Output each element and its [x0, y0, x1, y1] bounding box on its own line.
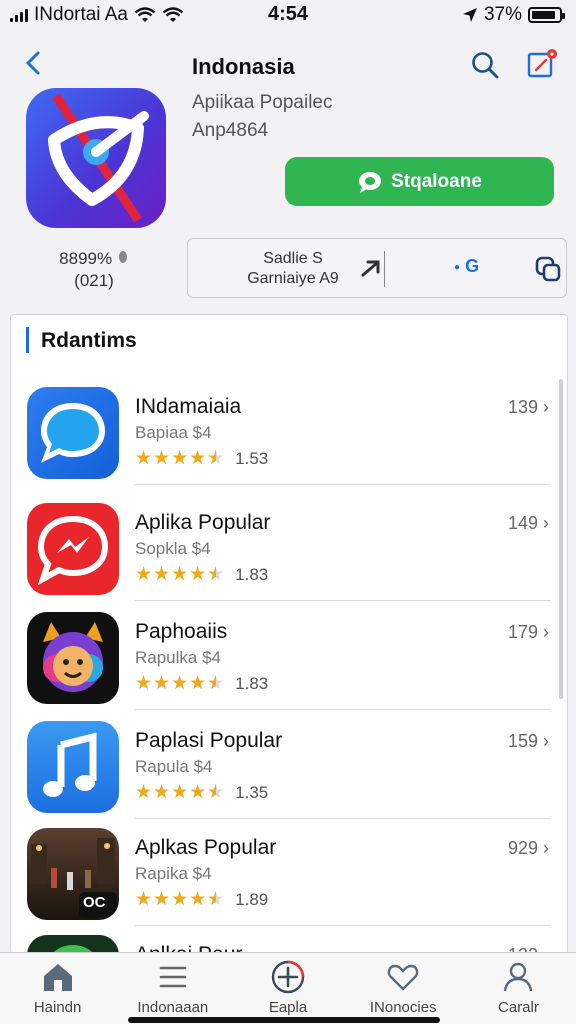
rating-score: 1.35	[235, 782, 269, 802]
character-face-icon	[27, 612, 119, 704]
price-label[interactable]: 179 ›	[508, 622, 549, 643]
app-list-card: Rdantims INdamaiaia Bapiaa $4 ★★★★★★★★★★…	[10, 314, 568, 954]
page-title: Indonasia	[192, 54, 295, 79]
price-label[interactable]: 159 ›	[508, 731, 549, 752]
tab-list[interactable]: Indonaaan	[115, 953, 230, 1024]
messenger-icon	[27, 503, 119, 595]
rating-score: 1.53	[235, 448, 269, 468]
list-item[interactable]: INdamaiaia Bapiaa $4 ★★★★★★★★★★ 1.53 139…	[11, 377, 567, 485]
price-label[interactable]: 929 ›	[508, 838, 549, 859]
share-icon[interactable]	[526, 48, 558, 80]
arrow-icon[interactable]	[360, 257, 382, 279]
rating-count: (021)	[74, 271, 114, 290]
rating-summary: 8899% (021)	[24, 248, 164, 292]
heart-icon	[387, 964, 419, 991]
app-category: Rapulka $4	[135, 648, 222, 667]
divider	[135, 484, 551, 485]
app-subtitle: Apiikaa Popailec	[192, 92, 333, 113]
divider	[135, 709, 551, 710]
status-bar: INdortai Aa 4:54 37%	[0, 0, 576, 30]
profile-icon	[504, 962, 533, 992]
tab-home[interactable]: Haindn	[0, 953, 115, 1024]
app-name: Paphoaiis	[135, 620, 228, 643]
divider	[384, 251, 385, 287]
star-rating: ★★★★★★★★★★	[135, 564, 226, 585]
info-line1: Sadlie S	[263, 250, 323, 267]
get-button-label: Stqaloane	[391, 170, 482, 192]
app-name: Paplasi Popular	[135, 729, 283, 752]
video-badge-icon: OC	[27, 828, 119, 920]
rating-score: 1.83	[235, 673, 269, 693]
list-item[interactable]: OC Aplkas Popular Rapika $4 ★★★★★★★★★★ 1…	[11, 818, 567, 926]
app-name: Aplika Popular	[135, 511, 271, 534]
tab-label: Eapla	[268, 999, 308, 1016]
app-category: Bapiaa $4	[135, 423, 212, 442]
chat-icon	[359, 171, 382, 193]
plus-circle-icon	[271, 960, 305, 994]
info-bar: Sadlie S Garniaiye A9 ● G	[187, 238, 567, 298]
section-title: Rdantims	[41, 329, 137, 352]
tab-label: Indonaaan	[137, 999, 209, 1016]
tab-label: Caralr	[497, 999, 539, 1016]
tab-label: Haindn	[33, 999, 82, 1016]
tab-favorites[interactable]: INonocies	[346, 953, 461, 1024]
list-item[interactable]: Aplika Popular Sopkla $4 ★★★★★★★★★★ 1.83…	[11, 493, 567, 601]
info-line2: Garniaiye A9	[247, 270, 339, 287]
battery-icon	[528, 7, 565, 23]
rating-value: 8899%	[59, 249, 113, 268]
app-category: Sopkla $4	[135, 539, 211, 558]
search-icon[interactable]	[470, 50, 500, 80]
list-icon	[159, 966, 187, 988]
battery-level	[532, 11, 556, 19]
tab-add[interactable]: Eapla	[230, 953, 345, 1024]
info-badge[interactable]: ● G	[454, 256, 479, 277]
app-category: Rapula $4	[135, 757, 213, 776]
battery-percent: 37%	[483, 4, 522, 25]
app-code: Anp4864	[192, 120, 269, 141]
location-arrow-icon	[462, 8, 477, 22]
list-item[interactable]: Aplkai Paur 133 ›	[11, 925, 567, 953]
home-indicator	[128, 1017, 440, 1023]
chevron-left-icon[interactable]	[20, 48, 48, 78]
app-icon	[26, 88, 166, 228]
app-category: Rapika $4	[135, 864, 212, 883]
app-name: INdamaiaia	[135, 395, 242, 418]
chat-bubble-icon	[27, 387, 119, 479]
star-rating: ★★★★★★★★★★	[135, 782, 226, 803]
list-item[interactable]: Paplasi Popular Rapula $4 ★★★★★★★★★★ 1.3…	[11, 711, 567, 819]
tab-bar: Haindn Indonaaan Eapla INonocies Caralr	[0, 952, 576, 1024]
price-label[interactable]: 149 ›	[508, 513, 549, 534]
tab-label: INonocies	[369, 999, 437, 1016]
home-icon	[43, 964, 72, 991]
leaf-icon	[118, 251, 127, 263]
section-accent	[26, 327, 29, 353]
star-rating: ★★★★★★★★★★	[135, 448, 226, 469]
tab-profile[interactable]: Caralr	[461, 953, 576, 1024]
info-text: Sadlie S Garniaiye A9	[228, 249, 358, 289]
music-note-icon	[27, 721, 119, 813]
app-name: Aplkas Popular	[135, 836, 277, 859]
star-rating: ★★★★★★★★★★	[135, 889, 226, 910]
rating-score: 1.83	[235, 564, 269, 584]
get-button[interactable]: Stqaloane	[285, 157, 554, 206]
star-rating: ★★★★★★★★★★	[135, 673, 226, 694]
copy-icon[interactable]	[534, 255, 562, 283]
video-badge-label: OC	[83, 894, 106, 911]
list-item[interactable]: Paphoaiis Rapulka $4 ★★★★★★★★★★ 1.83 179…	[11, 602, 567, 710]
price-label[interactable]: 139 ›	[508, 397, 549, 418]
divider	[135, 600, 551, 601]
rating-score: 1.89	[235, 889, 269, 909]
